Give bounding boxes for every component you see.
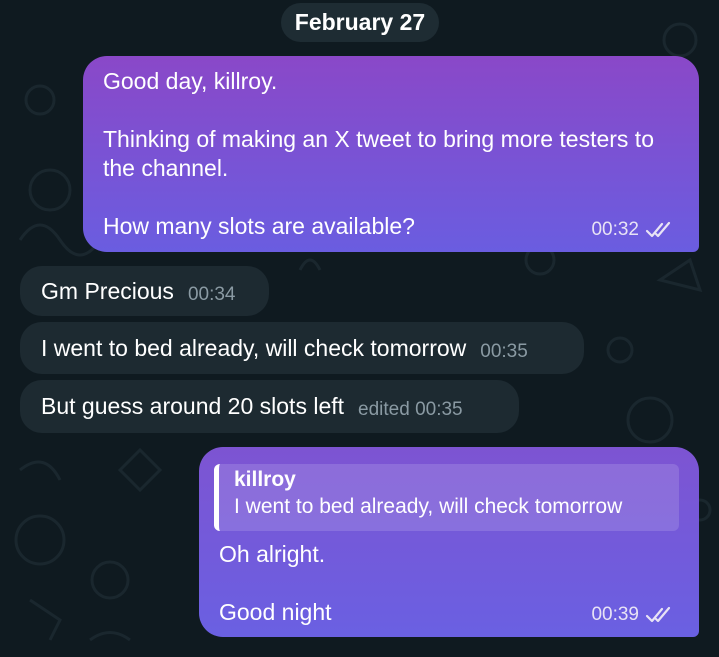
date-label: February 27 [294, 9, 426, 35]
message-meta: 00:39 [591, 600, 673, 629]
message-text: Oh alright. Good night [219, 541, 332, 625]
incoming-message[interactable]: I went to bed already, will check tomorr… [20, 322, 584, 374]
reply-text: I went to bed already, will check tomorr… [234, 495, 623, 518]
reply-author: killroy [234, 468, 296, 491]
message-meta: 00:32 [591, 215, 673, 244]
reply-quote[interactable]: killroy I went to bed already, will chec… [214, 464, 679, 531]
double-check-icon [645, 221, 673, 239]
incoming-message[interactable]: But guess around 20 slots left edited 00… [20, 380, 519, 433]
incoming-message[interactable]: Gm Precious 00:34 [20, 266, 269, 316]
message-time: edited 00:35 [358, 399, 463, 420]
date-separator: February 27 [281, 3, 439, 42]
message-time: 00:39 [591, 604, 639, 625]
double-check-icon [645, 606, 673, 624]
outgoing-reply-message[interactable]: killroy I went to bed already, will chec… [199, 447, 699, 637]
message-time: 00:35 [480, 340, 528, 362]
message-text: But guess around 20 slots left [41, 393, 345, 419]
message-time: 00:34 [187, 283, 236, 305]
message-text: Gm Precious [41, 277, 174, 304]
message-time: 00:32 [591, 219, 639, 240]
message-text: I went to bed already, will check tomorr… [41, 334, 467, 361]
outgoing-message[interactable]: Good day, killroy. Thinking of making an… [83, 56, 699, 252]
